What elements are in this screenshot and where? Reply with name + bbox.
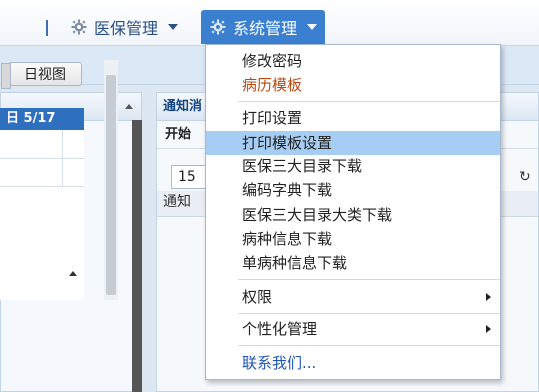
grid-line: [62, 130, 63, 186]
grid-line: [0, 186, 84, 187]
chevron-right-icon: [486, 293, 491, 301]
menu-item-insurance-catalog-category-download[interactable]: 医保三大目录大类下载: [206, 203, 500, 227]
top-nav-bar: 医保管理 系统管理: [0, 0, 539, 46]
system-management-menu: 修改密码 病历模板 打印设置 打印模板设置 医保三大目录下载 编码字典下载 医保…: [205, 44, 501, 380]
menu-item-contact-us[interactable]: 联系我们...: [206, 351, 500, 375]
menu-divider: [238, 345, 500, 346]
day-view-button[interactable]: 日视图: [1, 62, 82, 89]
nav-medical-insurance[interactable]: 医保管理: [62, 10, 186, 44]
collapse-icon[interactable]: [125, 104, 133, 109]
refresh-icon[interactable]: ↻: [519, 169, 531, 185]
page-size-field[interactable]: 15: [171, 165, 209, 189]
nav-separator: [46, 20, 48, 36]
menu-item-medical-record-template[interactable]: 病历模板: [206, 73, 500, 97]
calendar-date-header: 日 5/17: [0, 108, 84, 130]
menu-item-print-template-settings[interactable]: 打印模板设置: [206, 131, 500, 155]
menu-item-print-settings[interactable]: 打印设置: [206, 106, 500, 130]
menu-item-disease-info-download[interactable]: 病种信息下载: [206, 227, 500, 251]
menu-item-single-disease-info-download[interactable]: 单病种信息下载: [206, 251, 500, 275]
menu-divider: [238, 313, 500, 314]
menu-item-code-dictionary-download[interactable]: 编码字典下载: [206, 178, 500, 202]
gear-icon: [70, 18, 88, 36]
menu-divider: [238, 101, 500, 102]
grid-line: [0, 158, 84, 159]
chevron-right-icon: [486, 325, 491, 333]
nav-label: 医保管理: [94, 19, 159, 38]
left-scrollbar-thumb[interactable]: [106, 75, 116, 295]
chevron-down-icon: [307, 24, 318, 30]
menu-item-insurance-catalog-download[interactable]: 医保三大目录下载: [206, 154, 500, 178]
chevron-down-icon: [168, 24, 179, 30]
menu-divider: [238, 279, 500, 280]
menu-item-label: 个性化管理: [242, 320, 318, 338]
nav-system-management[interactable]: 系统管理: [201, 10, 326, 44]
menu-item-change-password[interactable]: 修改密码: [206, 49, 500, 73]
nav-label: 系统管理: [233, 19, 298, 38]
menu-item-label: 权限: [242, 288, 273, 306]
panel-splitter[interactable]: [132, 120, 142, 392]
gear-icon: [209, 18, 227, 36]
menu-item-permissions[interactable]: 权限: [206, 285, 500, 309]
notice-cell: 通知: [163, 194, 191, 210]
sort-up-icon[interactable]: [69, 271, 77, 276]
menu-item-personalization[interactable]: 个性化管理: [206, 317, 500, 341]
